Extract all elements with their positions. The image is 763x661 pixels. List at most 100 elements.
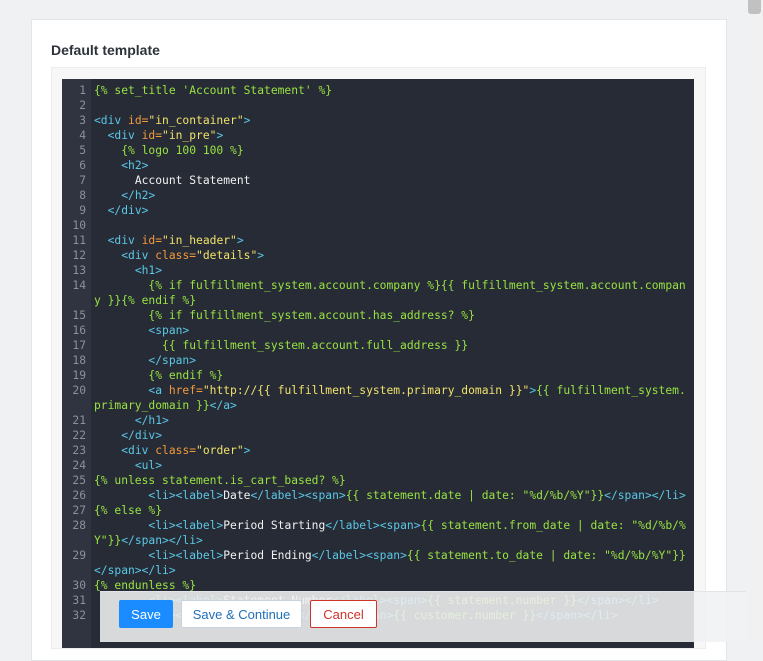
code-text: <div id="in_container"> — [91, 113, 694, 128]
code-token: class= — [155, 249, 197, 262]
save-continue-button[interactable]: Save & Continue — [181, 600, 302, 628]
code-text: {% if fulfillment_system.account.has_add… — [91, 308, 694, 323]
code-line[interactable]: 6 <h2> — [62, 158, 694, 173]
code-token: </label><span> — [325, 519, 421, 532]
code-text: <a href="http://{{ fulfillment_system.pr… — [91, 383, 694, 413]
line-number: 8 — [79, 189, 86, 202]
code-token: "order" — [196, 444, 244, 457]
line-number: 6 — [79, 159, 86, 172]
code-line[interactable]: 7 Account Statement — [62, 173, 694, 188]
code-line[interactable]: 20 <a href="http://{{ fulfillment_system… — [62, 383, 694, 413]
line-number: 14 — [72, 279, 86, 292]
code-line[interactable]: 15 {% if fulfillment_system.account.has_… — [62, 308, 694, 323]
code-token: > — [257, 249, 265, 262]
code-token: <div — [121, 249, 156, 262]
code-text: <li><label>Period Starting</label><span>… — [91, 518, 694, 548]
code-text: <div class="details"> — [91, 248, 694, 263]
cancel-button[interactable]: Cancel — [310, 600, 377, 628]
code-line[interactable]: 2 — [62, 98, 694, 113]
code-line[interactable]: 19 {% endif %} — [62, 368, 694, 383]
code-editor[interactable]: 1 {% set_title 'Account Statement' %} 2 3 <… — [62, 79, 694, 648]
code-text: </h1> — [91, 413, 694, 428]
code-token: {% if fulfillment_system.account.company… — [94, 279, 686, 307]
line-number: 30 — [72, 579, 86, 592]
code-line[interactable]: 23 <div class="order"> — [62, 443, 694, 458]
code-line[interactable]: 9 </div> — [62, 203, 694, 218]
line-number: 3 — [79, 114, 86, 127]
code-line[interactable]: 13 <h1> — [62, 263, 694, 278]
code-line[interactable]: 1 {% set_title 'Account Statement' %} — [62, 83, 694, 98]
code-token: class= — [155, 444, 197, 457]
code-line[interactable]: 27 {% else %} — [62, 503, 694, 518]
code-lines[interactable]: 1 {% set_title 'Account Statement' %} 2 3 <… — [62, 83, 694, 623]
code-line[interactable]: 25 {% unless statement.is_cart_based? %} — [62, 473, 694, 488]
code-line[interactable]: 11 <div id="in_header"> — [62, 233, 694, 248]
code-token: {{ fulfillment_system.account.full_addre… — [162, 339, 469, 352]
code-text: <li><label>Period Ending</label><span>{{… — [91, 548, 694, 578]
code-token: {{ statement.date | date: "%d/%b/%Y"}} — [345, 489, 605, 502]
code-line[interactable]: 29 <li><label>Period Ending</label><span… — [62, 548, 694, 578]
action-footer: Save Save & Continue Cancel — [100, 591, 746, 642]
code-line[interactable]: 26 <li><label>Date</label><span>{{ state… — [62, 488, 694, 503]
code-text: {% set_title 'Account Statement' %} — [91, 83, 694, 98]
code-token: "in_header" — [162, 234, 237, 247]
line-number: 18 — [72, 354, 86, 367]
code-line[interactable]: 10 — [62, 218, 694, 233]
line-number: 16 — [72, 324, 86, 337]
code-line[interactable]: 21 </h1> — [62, 413, 694, 428]
code-line[interactable]: 8 </h2> — [62, 188, 694, 203]
code-token: "in_pre" — [162, 129, 217, 142]
code-token: {% else %} — [94, 504, 163, 517]
code-token: <ul> — [134, 459, 163, 472]
code-text: {% else %} — [91, 503, 694, 518]
code-line[interactable]: 24 <ul> — [62, 458, 694, 473]
line-number: 20 — [72, 384, 86, 397]
code-line[interactable]: 3 <div id="in_container"> — [62, 113, 694, 128]
line-number: 4 — [79, 129, 86, 142]
code-line[interactable]: 14 {% if fulfillment_system.account.comp… — [62, 278, 694, 308]
page-scrollbar[interactable] — [746, 0, 763, 641]
code-line[interactable]: 28 <li><label>Period Starting</label><sp… — [62, 518, 694, 548]
code-line[interactable]: 22 </div> — [62, 428, 694, 443]
code-token: > — [236, 234, 244, 247]
code-token: id= — [141, 129, 163, 142]
line-number: 7 — [79, 174, 86, 187]
line-number: 12 — [72, 249, 86, 262]
code-text: <div class="order"> — [91, 443, 694, 458]
code-token: </h1> — [134, 414, 169, 427]
code-line[interactable]: 4 <div id="in_pre"> — [62, 128, 694, 143]
code-text: <div id="in_pre"> — [91, 128, 694, 143]
code-token: <div — [94, 114, 129, 127]
code-token: id= — [128, 114, 149, 127]
code-text: <ul> — [91, 458, 694, 473]
code-token: </div> — [121, 429, 163, 442]
code-line[interactable]: 16 <span> — [62, 323, 694, 338]
code-token: </span> — [148, 354, 197, 367]
code-line[interactable]: 12 <div class="details"> — [62, 248, 694, 263]
code-token: <a — [148, 384, 169, 397]
save-button[interactable]: Save — [119, 600, 173, 628]
code-line[interactable]: 5 {% logo 100 100 %} — [62, 143, 694, 158]
code-line[interactable]: 18 </span> — [62, 353, 694, 368]
code-token: </h2> — [121, 189, 156, 202]
scrollbar-thumb[interactable] — [748, 0, 761, 14]
line-number: 19 — [72, 369, 86, 382]
line-number: 9 — [79, 204, 86, 217]
line-number: 26 — [72, 489, 86, 502]
line-number: 10 — [72, 219, 86, 232]
code-token: {% endif %} — [148, 369, 224, 382]
code-token: <span> — [148, 324, 190, 337]
code-line[interactable]: 17 {{ fulfillment_system.account.full_ad… — [62, 338, 694, 353]
